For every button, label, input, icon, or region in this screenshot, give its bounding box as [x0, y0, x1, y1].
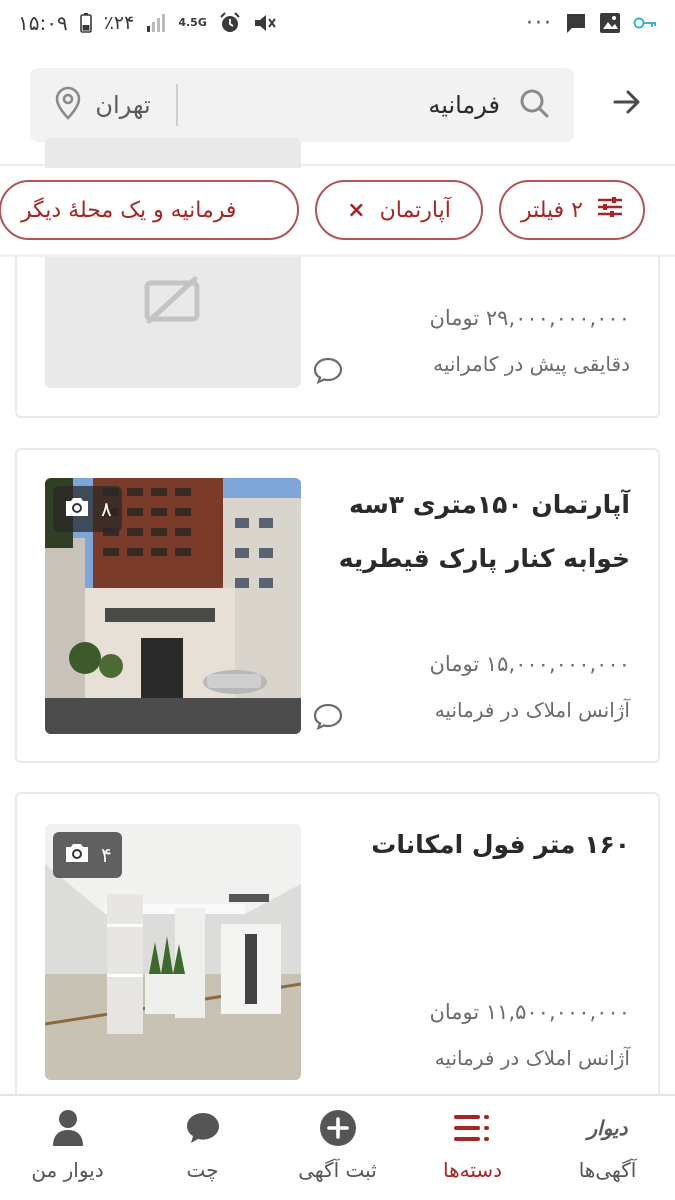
- search-icon: [518, 87, 550, 123]
- filters-chip-label: ۲ فیلتر: [520, 197, 583, 223]
- nav-label: دیوار من: [31, 1158, 104, 1182]
- photo-count-badge: ۸: [53, 486, 122, 532]
- listing-title: ۱۶۰ متر فول امکانات: [371, 830, 630, 859]
- mute-icon: [253, 12, 277, 34]
- bottom-navigation: دیوار من چت ثبت آگهی دسته‌ها دیوار آگهی‌…: [0, 1094, 675, 1200]
- remove-filter-icon[interactable]: ×: [347, 198, 365, 223]
- alarm-icon: [219, 12, 241, 34]
- signal-icon: [146, 14, 166, 32]
- user-icon: [51, 1108, 85, 1148]
- chat-bubble-icon: [313, 356, 343, 385]
- listing-price: ۱۵,۰۰۰,۰۰۰,۰۰۰ تومان: [429, 652, 630, 676]
- status-bar-left: ۱۵:۰۹ ٪۲۴ 4.5G: [18, 11, 277, 35]
- nav-label: آگهی‌ها: [578, 1158, 637, 1182]
- search-divider: [176, 84, 178, 126]
- listing-photo: ۴: [45, 824, 301, 1080]
- camera-icon: [63, 495, 91, 524]
- nav-chat[interactable]: چت: [135, 1096, 270, 1200]
- app-screen: ۱۵:۰۹ ٪۲۴ 4.5G ··· فرمانیه تهران ۲ فیلتر…: [0, 0, 675, 1200]
- sliders-icon: [597, 195, 623, 225]
- nav-my-divar[interactable]: دیوار من: [0, 1096, 135, 1200]
- nav-categories[interactable]: دسته‌ها: [405, 1096, 540, 1200]
- clock: ۱۵:۰۹: [18, 11, 68, 35]
- arrow-right-icon: [613, 89, 641, 119]
- listing-card[interactable]: ۸ آپارتمان ۱۵۰متری ۳سه خوابه کنار پارک ق…: [15, 448, 660, 763]
- search-query-text: فرمانیه: [428, 91, 500, 119]
- chat-bubble-icon: [313, 702, 343, 731]
- category-chip[interactable]: آپارتمان ×: [315, 180, 483, 240]
- nav-label: چت: [186, 1158, 219, 1182]
- search-box: فرمانیه تهران: [30, 68, 574, 142]
- nav-label: ثبت آگهی: [298, 1158, 377, 1182]
- camera-icon: [63, 841, 91, 870]
- listing-title: آپارتمان ۱۵۰متری ۳سه خوابه کنار پارک قیط…: [338, 490, 630, 573]
- chips-divider: [0, 254, 675, 257]
- city-label: تهران: [95, 91, 151, 119]
- battery-icon: [79, 13, 92, 33]
- area-chip-label: فرمانیه و یک محلهٔ دیگر: [21, 197, 237, 223]
- status-bar: ۱۵:۰۹ ٪۲۴ 4.5G ···: [0, 0, 675, 46]
- status-bar-right: ···: [526, 11, 657, 36]
- filters-chip[interactable]: ۲ فیلتر: [499, 180, 645, 240]
- listing-meta: آژانس املاک در فرمانیه: [434, 698, 630, 722]
- nav-label: دسته‌ها: [442, 1158, 503, 1182]
- listing-photo: ۸: [45, 478, 301, 734]
- listing-meta: آژانس املاک در فرمانیه: [434, 1046, 630, 1070]
- categories-icon: [453, 1108, 492, 1148]
- photo-count: ۸: [101, 497, 112, 521]
- area-chip[interactable]: فرمانیه و یک محلهٔ دیگر: [0, 180, 299, 240]
- listing-price: ۱۱,۵۰۰,۰۰۰,۰۰۰ تومان: [429, 1000, 630, 1024]
- nav-ads[interactable]: دیوار آگهی‌ها: [540, 1096, 675, 1200]
- gallery-icon: [599, 12, 621, 34]
- photo-count: ۴: [101, 843, 112, 867]
- listing-price: ۲۹,۰۰۰,۰۰۰,۰۰۰ تومان: [429, 306, 630, 330]
- back-button[interactable]: [611, 88, 643, 120]
- add-circle-icon: [319, 1108, 357, 1148]
- chat-icon: [185, 1108, 221, 1148]
- more-notifications-icon: ···: [526, 10, 553, 36]
- message-icon: [565, 12, 587, 34]
- search-input[interactable]: فرمانیه: [178, 68, 574, 142]
- filter-chips-bar: ۲ فیلتر آپارتمان × فرمانیه و یک محلهٔ دی…: [0, 168, 675, 254]
- photo-count-badge: ۴: [53, 832, 122, 878]
- battery-percent: ٪۲۴: [103, 12, 135, 34]
- city-selector[interactable]: تهران: [30, 68, 176, 142]
- listing-meta: دقایقی پیش در کامرانیه: [433, 352, 630, 376]
- location-pin-icon: [55, 86, 81, 124]
- listing-card[interactable]: ۴ ۱۶۰ متر فول امکانات ۱۱,۵۰۰,۰۰۰,۰۰۰ توم…: [15, 792, 660, 1102]
- network-type: 4.5G: [178, 16, 207, 29]
- nav-post-ad[interactable]: ثبت آگهی: [270, 1096, 405, 1200]
- key-icon: [633, 16, 657, 30]
- no-image-icon: [143, 275, 203, 331]
- divar-logo: دیوار: [587, 1116, 628, 1140]
- category-chip-label: آپارتمان: [379, 197, 451, 223]
